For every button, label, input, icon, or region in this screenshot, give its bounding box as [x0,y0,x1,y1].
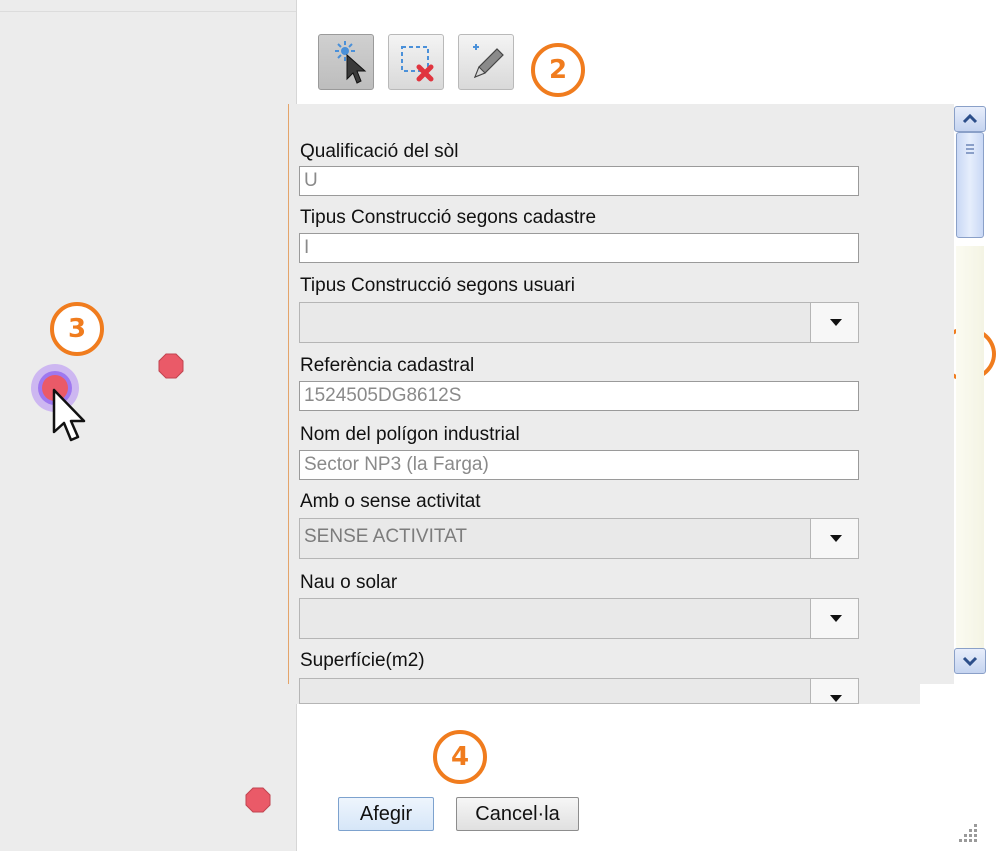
referencia-cadastral-field[interactable]: 1524505DG8612S [299,381,859,411]
map-canvas[interactable] [0,0,297,851]
callout-2: 2 [531,43,585,97]
label-qualificacio: Qualificació del sòl [300,141,459,162]
edit-pencil-icon [473,44,504,79]
label-superficie: Superfície(m2) [300,650,425,671]
add-button[interactable]: Afegir [338,797,434,831]
delete-selection-button[interactable] [388,34,444,90]
chevron-down-icon[interactable] [810,599,858,638]
label-nau: Nau o solar [300,572,398,593]
superficie-select[interactable] [299,678,859,704]
scroll-track[interactable] [956,246,984,666]
label-referencia: Referència cadastral [300,355,475,376]
chevron-down-icon[interactable] [810,679,858,703]
chevron-down-icon [962,656,978,667]
label-activitat: Amb o sense activitat [300,491,481,512]
chevron-down-icon[interactable] [810,303,858,342]
scroll-thumb[interactable] [956,132,984,238]
callout-3: 3 [50,302,104,356]
map-top-border [0,11,296,12]
nau-solar-select[interactable] [299,598,859,639]
form-scrollbar[interactable] [953,104,987,679]
label-tipus-usuari: Tipus Construcció segons usuari [300,275,575,296]
scroll-up-button[interactable] [954,106,986,132]
activitat-select[interactable]: SENSE ACTIVITAT [299,518,859,559]
map-point-marker[interactable] [157,352,185,380]
chevron-up-icon [962,113,978,124]
scroll-down-button[interactable] [954,648,986,674]
tipus-cadastre-field[interactable]: I [299,233,859,263]
tipus-usuari-select[interactable] [299,302,859,343]
poligon-field[interactable]: Sector NP3 (la Farga) [299,450,859,480]
resize-grip-icon[interactable] [958,820,982,844]
qualificacio-field[interactable]: U [299,166,859,196]
callout-4: 4 [433,730,487,784]
grip-lines-icon [966,144,974,154]
activitat-value: SENSE ACTIVITAT [304,526,467,547]
draw-edit-button[interactable] [458,34,514,90]
label-poligon: Nom del polígon industrial [300,424,520,445]
delete-selection-icon [401,46,434,82]
label-tipus-cadastre: Tipus Construcció segons cadastre [300,207,597,228]
select-pointer-icon [335,41,367,84]
chevron-down-icon[interactable] [810,519,858,558]
cancel-button[interactable]: Cancel·la [456,797,579,831]
select-tool-button[interactable] [318,34,374,90]
map-point-marker[interactable] [244,786,272,814]
mouse-cursor-icon [52,388,86,442]
